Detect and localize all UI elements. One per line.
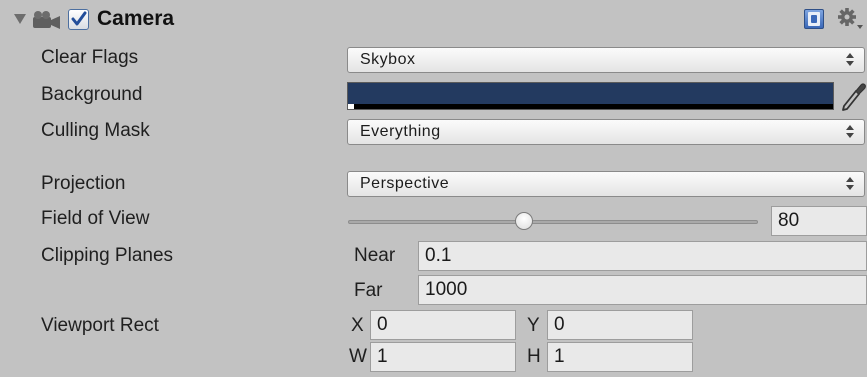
culling-mask-dropdown[interactable]: Everything — [347, 119, 865, 145]
far-label: Far — [354, 280, 383, 301]
viewport-rect-label: Viewport Rect — [41, 315, 159, 336]
clear-flags-dropdown[interactable]: Skybox — [347, 47, 865, 73]
component-title: Camera — [97, 7, 175, 30]
field-of-view-slider-thumb[interactable] — [515, 212, 534, 230]
near-clip-input[interactable]: 0.1 — [418, 241, 867, 271]
field-of-view-slider-track[interactable] — [348, 220, 758, 224]
camera-inspector-panel: Camera Clear Flags Skybox Background Cul… — [0, 0, 867, 377]
projection-value: Perspective — [360, 175, 450, 192]
enabled-checkbox[interactable] — [68, 9, 89, 30]
viewport-x-input[interactable]: 0 — [370, 310, 516, 340]
projection-label: Projection — [41, 173, 126, 194]
field-of-view-input[interactable]: 80 — [771, 206, 867, 236]
gear-icon[interactable] — [836, 6, 864, 32]
clear-flags-value: Skybox — [360, 51, 416, 68]
far-clip-input[interactable]: 1000 — [418, 275, 867, 305]
background-color-field[interactable] — [347, 82, 834, 110]
clear-flags-label: Clear Flags — [41, 47, 139, 68]
viewport-y-input[interactable]: 0 — [547, 310, 693, 340]
background-label: Background — [41, 84, 143, 105]
field-of-view-label: Field of View — [41, 208, 150, 229]
color-alpha-bar — [348, 104, 833, 109]
dropdown-arrows-icon — [846, 125, 854, 139]
eyedropper-icon[interactable] — [838, 81, 866, 111]
culling-mask-label: Culling Mask — [41, 120, 150, 141]
viewport-w-label: W — [349, 346, 367, 367]
near-label: Near — [354, 245, 396, 266]
component-header: Camera — [0, 0, 867, 40]
foldout-arrow-icon[interactable] — [14, 14, 26, 24]
check-icon — [71, 11, 87, 26]
dropdown-arrows-icon — [846, 177, 854, 191]
viewport-w-input[interactable]: 1 — [370, 342, 516, 372]
viewport-h-input[interactable]: 1 — [547, 342, 693, 372]
viewport-y-label: Y — [527, 315, 540, 336]
clipping-planes-label: Clipping Planes — [41, 245, 174, 266]
camera-icon — [33, 11, 60, 29]
help-book-icon[interactable] — [804, 9, 824, 29]
culling-mask-value: Everything — [360, 123, 441, 140]
viewport-x-label: X — [351, 315, 364, 336]
viewport-h-label: H — [527, 346, 541, 367]
dropdown-arrows-icon — [846, 53, 854, 67]
projection-dropdown[interactable]: Perspective — [347, 171, 865, 197]
